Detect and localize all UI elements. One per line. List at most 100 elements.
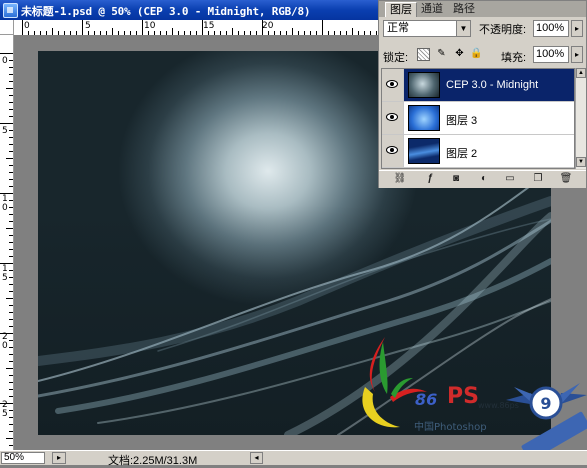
add-mask-icon[interactable]: ◙ <box>449 173 463 185</box>
ruler-tick <box>9 354 13 355</box>
vertical-ruler[interactable]: 0 5 1 0 1 5 2 0 2 5 <box>0 35 14 450</box>
ruler-tick <box>9 179 13 180</box>
layer-row[interactable]: 图层 2 <box>382 135 574 168</box>
blend-mode-select[interactable]: 正常 ▼ <box>383 20 471 37</box>
fill-slider-button[interactable]: ▸ <box>571 46 583 63</box>
ruler-tick <box>172 28 173 35</box>
ruler-tick <box>9 221 13 222</box>
layer-thumbnail <box>408 72 440 98</box>
ruler-tick <box>9 424 13 425</box>
ruler-tick <box>0 123 13 124</box>
ruler-tick <box>6 368 13 369</box>
ruler-tick <box>9 284 13 285</box>
ruler-tick <box>9 431 13 432</box>
ruler-tick <box>0 53 13 54</box>
panel-tabs: 图层 通道 路径 <box>379 1 586 17</box>
ruler-tick <box>22 20 23 35</box>
watermark-ps: PS <box>447 384 479 409</box>
ruler-tick <box>9 109 13 110</box>
eye-icon <box>386 146 398 154</box>
ruler-tick <box>202 20 203 35</box>
ruler-tick <box>9 312 13 313</box>
ruler-tick <box>9 95 13 96</box>
visibility-toggle[interactable] <box>382 135 404 167</box>
layer-row[interactable]: CEP 3.0 - Midnight <box>382 69 574 102</box>
ruler-tick <box>9 256 13 257</box>
visibility-toggle[interactable] <box>382 102 404 134</box>
ruler-tick <box>9 410 13 411</box>
status-menu-button[interactable]: ▸ <box>52 452 66 464</box>
layer-name: 图层 2 <box>446 148 478 160</box>
ruler-tick <box>0 193 13 194</box>
fill-field[interactable]: 100% <box>533 46 569 63</box>
opacity-field[interactable]: 100% <box>533 20 569 37</box>
new-group-icon[interactable]: ▭ <box>503 173 517 185</box>
ruler-tick <box>9 207 13 208</box>
ruler-tick <box>352 28 353 35</box>
layers-panel-toolbar: ⛓ ƒ ◙ ◐ ▭ ❐ 🗑 <box>379 170 586 188</box>
ruler-v-label: 2 0 <box>2 332 8 351</box>
scroll-up-button[interactable]: ▲ <box>576 68 586 78</box>
ruler-v-label: 1 5 <box>2 264 8 283</box>
ruler-tick <box>322 20 323 35</box>
photoshop-document-icon[interactable] <box>3 3 18 18</box>
opacity-label: 不透明度: <box>479 24 527 36</box>
scroll-left-button[interactable]: ◂ <box>250 452 263 464</box>
ruler-tick <box>9 347 13 348</box>
ruler-h-label: 5 <box>85 21 91 31</box>
ruler-tick <box>9 389 13 390</box>
layer-style-icon[interactable]: ƒ <box>423 173 437 185</box>
ruler-tick <box>52 28 53 35</box>
adjustment-layer-icon[interactable]: ◐ <box>477 173 491 185</box>
ruler-tick <box>9 326 13 327</box>
ruler-tick <box>6 298 13 299</box>
ruler-tick <box>0 403 13 404</box>
tab-paths[interactable]: 路径 <box>449 2 479 17</box>
watermark-brand: 86 <box>415 390 438 409</box>
layer-list-scrollbar[interactable]: ▲ ▼ <box>575 68 586 169</box>
status-bar: 50% ▸ 文档:2.25M/31.3M ◂ <box>0 450 587 467</box>
window-title: 未标题-1.psd @ 50% (CEP 3.0 - Midnight, RGB… <box>21 5 311 18</box>
visibility-toggle[interactable] <box>382 69 404 101</box>
ruler-tick <box>9 235 13 236</box>
ruler-tick <box>9 417 13 418</box>
trash-icon[interactable]: 🗑 <box>559 173 573 185</box>
ruler-tick <box>9 361 13 362</box>
ruler-tick <box>9 375 13 376</box>
lock-transparent-icon[interactable] <box>417 48 430 61</box>
lock-label: 锁定: <box>383 52 409 64</box>
svg-text:9: 9 <box>540 394 551 413</box>
ruler-tick <box>82 20 83 35</box>
ruler-tick <box>9 151 13 152</box>
layer-name: 图层 3 <box>446 115 478 127</box>
ruler-tick <box>112 28 113 35</box>
ruler-tick <box>9 60 13 61</box>
fill-label: 填充: <box>501 52 527 64</box>
lock-all-icon[interactable]: 🔒 <box>470 48 483 61</box>
layer-row[interactable]: 图层 3 <box>382 102 574 135</box>
tab-layers[interactable]: 图层 <box>385 2 417 17</box>
link-icon[interactable]: ⛓ <box>393 173 407 185</box>
document-info: 文档:2.25M/31.3M <box>108 455 198 467</box>
scroll-down-button[interactable]: ▼ <box>576 157 586 167</box>
new-layer-icon[interactable]: ❐ <box>531 173 545 185</box>
ruler-tick <box>6 438 13 439</box>
tab-channels[interactable]: 通道 <box>417 2 447 17</box>
layer-list: CEP 3.0 - Midnight 图层 3 图层 2 <box>381 68 575 169</box>
chevron-down-icon[interactable]: ▼ <box>456 21 470 36</box>
ruler-origin[interactable] <box>0 20 14 35</box>
ruler-tick <box>0 333 13 334</box>
ruler-tick <box>9 102 13 103</box>
ruler-h-label: 10 <box>144 21 156 31</box>
ruler-tick <box>9 242 13 243</box>
blend-mode-value: 正常 <box>387 22 409 34</box>
lock-position-icon[interactable]: ✥ <box>453 48 466 61</box>
ruler-v-label: 1 0 <box>2 194 8 213</box>
layer-name: CEP 3.0 - Midnight <box>446 79 539 91</box>
lock-image-icon[interactable]: ✎ <box>435 48 448 61</box>
ruler-tick <box>0 263 13 264</box>
ruler-tick <box>142 20 143 35</box>
opacity-slider-button[interactable]: ▸ <box>571 20 583 37</box>
ruler-tick <box>9 249 13 250</box>
zoom-field[interactable]: 50% <box>1 452 45 464</box>
